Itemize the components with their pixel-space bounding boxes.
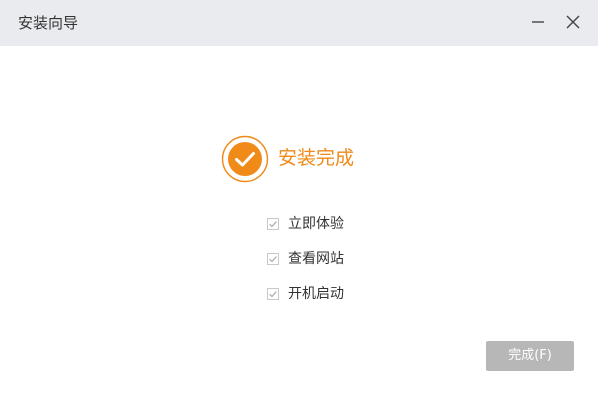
close-icon xyxy=(566,15,580,29)
title-bar: 安装向导 xyxy=(0,0,598,46)
option-label: 立即体验 xyxy=(288,216,344,232)
option-launch-now[interactable]: 立即体验 xyxy=(267,214,344,234)
finish-button[interactable]: 完成(F) xyxy=(486,341,574,371)
checkbox-checked-icon[interactable] xyxy=(267,218,279,230)
checkbox-checked-icon[interactable] xyxy=(267,253,279,265)
installer-window: 安装向导 安装完成 立即体验 查看网站 开机启动 完成(F) xyxy=(0,0,598,397)
checkbox-checked-icon[interactable] xyxy=(267,288,279,300)
minimize-button[interactable] xyxy=(525,9,551,35)
checkmark-circle-icon xyxy=(221,135,269,183)
option-label: 查看网站 xyxy=(288,251,344,267)
window-title: 安装向导 xyxy=(18,14,79,32)
install-complete-message: 安装完成 xyxy=(278,147,355,169)
minimize-icon xyxy=(532,21,544,23)
option-visit-website[interactable]: 查看网站 xyxy=(267,249,344,269)
option-start-on-boot[interactable]: 开机启动 xyxy=(267,284,344,304)
option-label: 开机启动 xyxy=(288,286,344,302)
close-button[interactable] xyxy=(560,9,586,35)
